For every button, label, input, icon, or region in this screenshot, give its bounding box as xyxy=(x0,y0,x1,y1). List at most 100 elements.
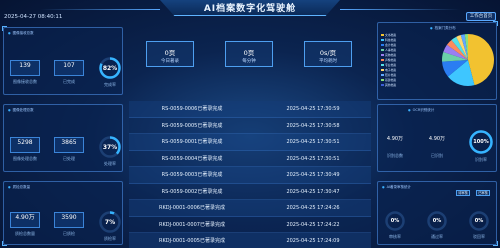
legend-item: 会计档案 xyxy=(381,43,396,47)
list-item[interactable]: RS-0059-0006已著录完成 2025-04-25 17:30:59 xyxy=(129,101,371,118)
legend-swatch xyxy=(381,79,384,81)
pass-label: 通过率 xyxy=(431,234,443,239)
legend-swatch xyxy=(381,59,384,61)
datetime-display: 2025-04-27 08:40:11 xyxy=(4,14,63,20)
legend-swatch xyxy=(381,39,384,41)
list-item[interactable]: RS-0059-0001已著录完成 2025-04-25 17:30:51 xyxy=(129,134,371,151)
tile-per-minute: 0页 每分钟 xyxy=(225,41,273,67)
stat-box-qc-done: 3590 xyxy=(54,212,84,228)
record-time: 2025-04-25 17:30:59 xyxy=(286,106,340,112)
legend-swatch xyxy=(381,64,384,66)
stat-value: 3865 xyxy=(61,139,77,146)
corner-decoration xyxy=(493,21,498,26)
panel-review: AI著录审核统计 待审核 已审核 0% 审核率 0% 通过率 0% 驳回率 xyxy=(377,181,497,245)
legend-item: 声像档案 xyxy=(381,58,396,62)
stat-label: 已完成 xyxy=(63,79,75,84)
panel-image-receive: 图像接收总数 139 图像接收总数 107 已完成 82% 完成率 xyxy=(3,27,123,95)
stat-label: 质检总数量 xyxy=(15,231,35,236)
tile-label: 今日著录 xyxy=(161,59,179,64)
tile-value: 0页 xyxy=(164,49,176,57)
tile-value: 0s/页 xyxy=(319,49,337,57)
legend-label: 会计档案 xyxy=(385,43,397,47)
corner-decoration xyxy=(2,241,7,246)
legend-item: 基建档案 xyxy=(381,78,396,82)
header-bar: AI档案数字化驾驶舱 2025-04-27 08:40:11 工作台首页 xyxy=(0,0,500,22)
stat-value: 3590 xyxy=(61,214,77,221)
panel-title: 档案门类分布 xyxy=(430,26,456,31)
record-time: 2025-04-25 17:30:51 xyxy=(286,155,340,162)
legend-label: 科技档案 xyxy=(385,38,397,42)
tile-value: 0页 xyxy=(243,49,255,57)
stat-label: 已处理 xyxy=(63,156,75,161)
stat-box-completed: 107 xyxy=(54,60,84,76)
legend-swatch xyxy=(381,84,384,86)
ring-label: 完成率 xyxy=(104,82,116,87)
stat-label: 图像处理总数 xyxy=(13,156,37,161)
legend-swatch xyxy=(381,34,384,36)
legend-label: 文书档案 xyxy=(385,33,397,37)
record-name: RS-0059-0001已著录完成 xyxy=(161,139,223,145)
panel-title: 质检总数量 xyxy=(8,185,31,190)
legend-item: 科技档案 xyxy=(381,38,396,42)
review-percent: 0% xyxy=(390,218,400,224)
panel-ocr: OCR识别统计 4.90万 识别总数 4.90万 已识别 100% 识别率 xyxy=(377,104,497,172)
ocr-rate-label: 识别率 xyxy=(475,157,487,162)
record-name: RS-0059-0004已著录完成 xyxy=(161,155,223,162)
stat-value: 107 xyxy=(63,62,75,69)
ring-label: 处理率 xyxy=(104,161,116,166)
legend-item: 专业档案 xyxy=(381,63,396,67)
record-time: 2025-04-25 17:24:22 xyxy=(286,221,340,228)
tile-label: 平均耗时 xyxy=(319,59,337,64)
stat-box-qc-total: 4.90万 xyxy=(10,212,40,228)
list-item[interactable]: RS-0059-0005已著录完成 2025-04-25 17:30:58 xyxy=(129,117,371,134)
stat-value: 5298 xyxy=(17,139,33,146)
workstation-home-button[interactable]: 工作台首页 xyxy=(466,12,496,21)
pass-percent: 0% xyxy=(432,218,442,224)
record-name: RS-0059-0003已著录完成 xyxy=(161,172,223,178)
panel-title: AI著录审核统计 xyxy=(382,185,411,190)
ocr-percent: 100% xyxy=(473,139,489,145)
stat-value: 139 xyxy=(19,62,31,69)
list-item[interactable]: RS-0059-0004已著录完成 2025-04-25 17:30:51 xyxy=(129,150,371,167)
legend-label: 电子档案 xyxy=(385,68,397,72)
legend-item: 文书档案 xyxy=(381,33,396,37)
list-item[interactable]: RKDJ-0001-0007已著录完成 2025-04-25 17:24:22 xyxy=(129,216,371,233)
stat-box-received: 139 xyxy=(10,60,40,76)
pending-review-button[interactable]: 待审核 xyxy=(456,190,470,196)
stat-value: 4.90万 xyxy=(15,214,35,221)
record-time: 2025-04-25 17:30:47 xyxy=(286,188,340,195)
page-title: AI档案数字化驾驶舱 xyxy=(203,4,297,14)
ring-percent: 7% xyxy=(104,219,116,226)
legend-item: 电子档案 xyxy=(381,68,396,72)
reject-label: 驳回率 xyxy=(473,234,485,239)
list-item[interactable]: RKDJ-0001-0006已著录完成 2025-04-25 17:24:26 xyxy=(129,200,371,217)
panel-quality-check: 质检总数量 4.90万 质检总数量 3590 已质检 7% 质检率 xyxy=(3,181,123,245)
review-label: 审核率 xyxy=(389,234,401,239)
panel-title: 图像接收总数 xyxy=(8,31,34,36)
legend-item: 实物档案 xyxy=(381,53,396,57)
ocr-done-value: 4.90万 xyxy=(428,136,446,142)
legend-item: 照片档案 xyxy=(381,73,396,77)
ocr-done-label: 已识别 xyxy=(431,153,443,158)
list-item[interactable]: RS-0059-0003已著录完成 2025-04-25 17:30:49 xyxy=(129,167,371,184)
legend-item: 其他档案 xyxy=(381,83,396,87)
ring-percent: 37% xyxy=(102,144,118,151)
record-name: RKDJ-0001-0006已著录完成 xyxy=(159,205,225,211)
record-time: 2025-04-25 17:30:49 xyxy=(286,172,340,178)
legend-item: 人事档案 xyxy=(381,48,396,52)
reviewed-button[interactable]: 已审核 xyxy=(476,190,490,196)
corner-decoration xyxy=(2,26,7,31)
record-name: RKDJ-0001-0005已著录完成 xyxy=(159,238,225,244)
legend-swatch xyxy=(381,74,384,76)
panel-title: 图像处理总数 xyxy=(8,108,34,113)
list-item[interactable]: RKDJ-0001-0005已著录完成 2025-04-25 17:24:09 xyxy=(129,233,371,248)
list-item[interactable]: RS-0059-0002已著录完成 2025-04-25 17:30:47 xyxy=(129,183,371,200)
legend-label: 其他档案 xyxy=(385,83,397,87)
stat-box-processed: 3865 xyxy=(54,137,84,153)
stat-label: 图像接收总数 xyxy=(13,79,37,84)
panel-image-process: 图像处理总数 5298 图像处理总数 3865 已处理 37% 处理率 xyxy=(3,104,123,172)
record-time: 2025-04-25 17:24:09 xyxy=(286,238,340,244)
stat-box-total: 5298 xyxy=(10,137,40,153)
legend-label: 专业档案 xyxy=(385,63,397,67)
legend-label: 实物档案 xyxy=(385,53,397,57)
